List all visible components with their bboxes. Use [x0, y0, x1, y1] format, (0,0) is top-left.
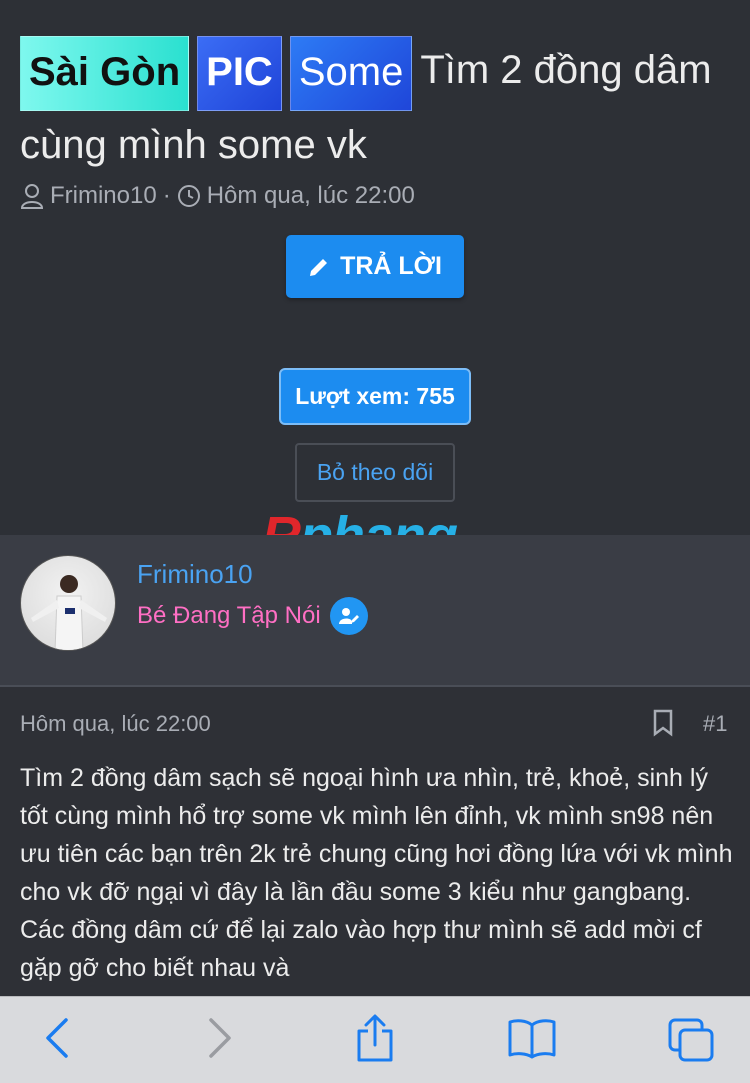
tag-pic[interactable]: PIC	[197, 36, 282, 111]
author-rank-label: Bé Đang Tập Nói	[137, 602, 321, 629]
avatar[interactable]	[20, 555, 116, 651]
bookmarks-icon[interactable]	[506, 1017, 558, 1059]
tabs-icon[interactable]	[667, 1017, 715, 1063]
thread-header: Sài Gòn PIC Some Tìm 2 đồng dâm cùng mình s…	[0, 0, 750, 535]
reply-button[interactable]: TRẢ LỜI	[286, 235, 464, 298]
post-author-rank: Bé Đang Tập Nói	[137, 597, 368, 635]
views-count[interactable]: Lượt xem: 755	[279, 368, 471, 425]
user-edit-icon	[329, 597, 368, 635]
unfollow-button[interactable]: Bỏ theo dõi	[295, 443, 455, 502]
user-icon	[20, 184, 44, 209]
post-time[interactable]: Hôm qua, lúc 22:00	[20, 711, 211, 737]
post-author-panel: Frimino10 Bé Đang Tập Nói	[0, 535, 750, 687]
bookmark-icon[interactable]	[652, 709, 674, 737]
tag-sai-gon[interactable]: Sài Gòn	[20, 36, 190, 111]
reply-button-label: TRẢ LỜI	[340, 252, 442, 280]
pencil-icon	[310, 258, 328, 276]
browser-toolbar	[0, 996, 750, 1083]
back-icon[interactable]	[42, 1017, 72, 1059]
clock-icon	[177, 185, 200, 207]
post-author-name[interactable]: Frimino10	[137, 559, 253, 590]
thread-title: Sài Gòn PIC Some Tìm 2 đồng dâm cùng mình s…	[20, 36, 730, 179]
thread-time[interactable]: Hôm qua, lúc 22:00	[207, 182, 415, 210]
meta-separator: ·	[162, 182, 171, 209]
tag-some[interactable]: Some	[289, 36, 413, 111]
thread-author[interactable]: Frimino10	[50, 182, 157, 210]
forward-icon[interactable]	[205, 1017, 235, 1059]
post-number[interactable]: #1	[703, 711, 727, 737]
thread-meta: Frimino10 · Hôm qua, lúc 22:00	[20, 178, 415, 214]
share-icon[interactable]	[354, 1013, 396, 1063]
post-1: Hôm qua, lúc 22:00 #1 Tìm 2 đồng dâm sạc…	[0, 687, 750, 997]
post-body: Tìm 2 đồng dâm sạch sẽ ngoại hình ưa nhì…	[20, 764, 733, 982]
